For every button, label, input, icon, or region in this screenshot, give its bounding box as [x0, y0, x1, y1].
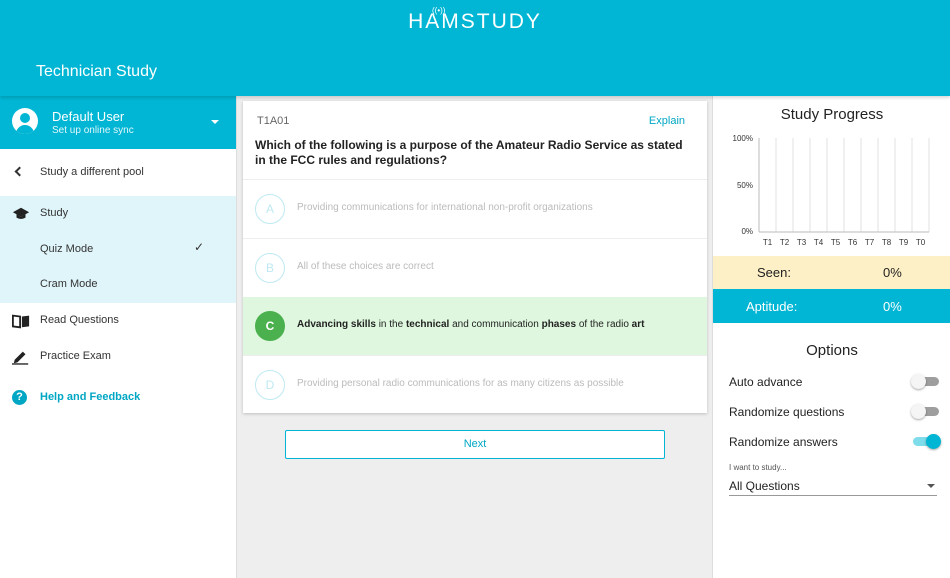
antenna-icon: ((•)) — [432, 6, 446, 15]
sidebar-item-label: Read Questions — [40, 314, 119, 326]
sidebar-item-label: Practice Exam — [40, 350, 111, 362]
x-tick-label: T8 — [882, 238, 892, 247]
pencil-icon — [12, 351, 29, 365]
x-tick-label: T6 — [848, 238, 858, 247]
answer-option-d[interactable]: D Providing personal radio communication… — [243, 355, 707, 413]
seen-label: Seen: — [757, 265, 791, 280]
sidebar-item-label: Help and Feedback — [40, 391, 141, 403]
study-progress-title: Study Progress — [780, 106, 884, 123]
page-title: Technician Study — [36, 63, 157, 80]
answer-letter: C — [255, 311, 285, 341]
question-id: T1A01 — [257, 115, 290, 127]
x-tick-label: T2 — [780, 238, 790, 247]
logo-text: HAMSTUDY — [408, 10, 542, 33]
sidebar-item-quiz-mode[interactable]: Quiz Mode ✓ — [0, 232, 236, 268]
sidebar-item-cram-mode[interactable]: Cram Mode — [0, 267, 236, 303]
study-select-label: I want to study... — [729, 463, 787, 472]
chevron-left-icon — [14, 166, 25, 177]
answer-text: Providing communications for internation… — [297, 202, 593, 213]
answer-option-b[interactable]: B All of these choices are correct — [243, 238, 707, 296]
x-tick-label: T9 — [899, 238, 909, 247]
dropdown-caret-icon — [927, 484, 935, 488]
study-select-value: All Questions — [729, 479, 800, 493]
checkmark-icon: ✓ — [194, 240, 205, 254]
sidebar: Default User Set up online sync Study a … — [0, 96, 237, 578]
sidebar-item-read-questions[interactable]: Read Questions — [0, 303, 236, 339]
randomize-answers-option: Randomize answers — [729, 433, 941, 451]
option-label: Randomize answers — [729, 435, 838, 449]
graduation-cap-icon — [12, 207, 30, 219]
answer-letter: B — [255, 253, 285, 283]
study-progress-chart: 100% 50% 0% T1 T2 T3 T4 T5 T6 T7 T8 T9 T0 — [733, 134, 930, 247]
y-tick-label: 50% — [737, 181, 753, 190]
progress-panel: Study Progress 100% 50% 0% T1 T2 T3 T4 T5 T6 T… — [712, 96, 950, 578]
next-button[interactable]: Next — [285, 430, 665, 459]
question-text: Which of the following is a purpose of t… — [255, 138, 683, 167]
option-label: Randomize questions — [729, 405, 845, 419]
sync-link[interactable]: Set up online sync — [52, 125, 134, 136]
sidebar-item-different-pool[interactable]: Study a different pool — [0, 155, 236, 191]
answer-option-a[interactable]: A Providing communications for internati… — [243, 179, 707, 237]
auto-advance-toggle[interactable] — [911, 374, 939, 389]
sidebar-item-practice-exam[interactable]: Practice Exam — [0, 339, 236, 375]
answer-option-c[interactable]: C Advancing skills in the technical and … — [243, 297, 707, 355]
x-tick-label: T5 — [831, 238, 841, 247]
x-tick-label: T3 — [797, 238, 807, 247]
answer-text: All of these choices are correct — [297, 261, 434, 272]
y-tick-label: 100% — [733, 134, 753, 143]
aptitude-row: Aptitude: 0% — [713, 289, 950, 323]
sidebar-item-help[interactable]: ? Help and Feedback — [0, 380, 236, 416]
user-menu[interactable]: Default User Set up online sync — [0, 96, 236, 149]
x-tick-label: T4 — [814, 238, 824, 247]
sidebar-item-label: Cram Mode — [40, 278, 98, 290]
answer-letter: A — [255, 194, 285, 224]
dropdown-caret-icon[interactable] — [211, 120, 219, 124]
study-select[interactable]: All Questions — [729, 476, 937, 496]
help-icon: ? — [12, 390, 27, 405]
answer-letter: D — [255, 370, 285, 400]
randomize-questions-toggle[interactable] — [911, 404, 939, 419]
y-tick-label: 0% — [741, 227, 753, 236]
options-title: Options — [806, 342, 858, 359]
book-icon — [12, 314, 30, 329]
randomize-questions-option: Randomize questions — [729, 403, 939, 421]
user-name: Default User — [52, 109, 125, 124]
aptitude-label: Aptitude: — [746, 299, 798, 314]
explain-link[interactable]: Explain — [649, 115, 685, 127]
sidebar-item-label: Study a different pool — [40, 166, 144, 178]
question-card: T1A01 Explain Which of the following is … — [243, 101, 707, 413]
auto-advance-option: Auto advance — [729, 373, 939, 391]
sidebar-item-label: Study — [40, 207, 69, 219]
x-tick-label: T7 — [865, 238, 875, 247]
avatar-icon — [12, 108, 38, 134]
hamstudy-logo[interactable]: ((•)) HAMSTUDY — [0, 6, 950, 34]
app-header: ((•)) HAMSTUDY Technician Study — [0, 0, 950, 96]
aptitude-value: 0% — [883, 299, 902, 314]
sidebar-item-label: Quiz Mode — [40, 243, 94, 255]
sidebar-item-study[interactable]: Study — [0, 196, 236, 232]
option-label: Auto advance — [729, 375, 803, 389]
randomize-answers-toggle[interactable] — [913, 434, 941, 449]
seen-row: Seen: 0% — [713, 256, 950, 289]
x-tick-label: T0 — [916, 238, 926, 247]
seen-value: 0% — [883, 265, 902, 280]
answer-text: Advancing skills in the technical and co… — [297, 319, 645, 330]
x-tick-label: T1 — [763, 238, 773, 247]
answer-text: Providing personal radio communications … — [297, 378, 624, 389]
